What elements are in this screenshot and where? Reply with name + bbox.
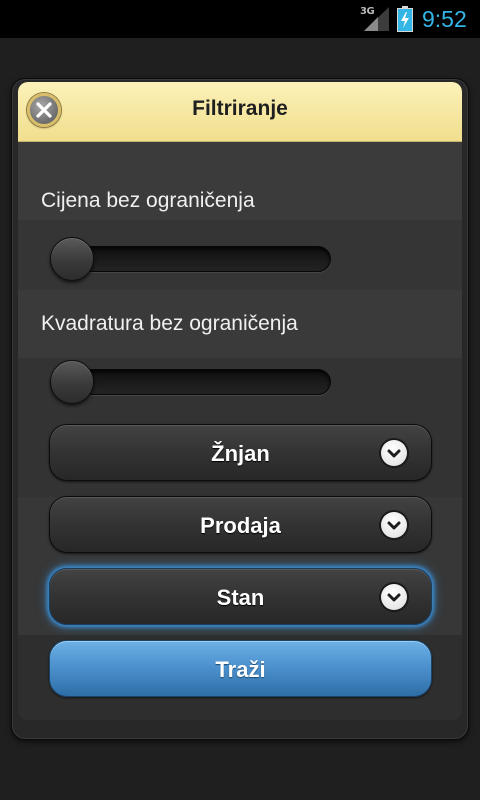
- chevron-down-icon: [387, 593, 401, 602]
- transaction-type-dropdown-value: Prodaja: [200, 513, 281, 538]
- signal-icon: [364, 7, 389, 31]
- chevron-down-icon: [387, 449, 401, 458]
- area-filter-label: Kvadratura bez ograničenja: [41, 312, 298, 335]
- dialog-title: Filtriranje: [192, 97, 288, 120]
- price-slider-thumb[interactable]: [50, 237, 94, 281]
- area-slider-thumb[interactable]: [50, 360, 94, 404]
- battery-charging-icon: [397, 6, 413, 32]
- price-slider[interactable]: [50, 237, 331, 281]
- property-type-dropdown-value: Stan: [216, 585, 265, 610]
- location-dropdown-toggle[interactable]: [381, 440, 407, 466]
- location-dropdown[interactable]: Žnjan: [49, 424, 432, 481]
- location-dropdown-value: Žnjan: [211, 441, 270, 466]
- chevron-down-icon: [387, 521, 401, 530]
- transaction-type-dropdown[interactable]: Prodaja: [49, 496, 432, 553]
- status-bar: 3G 9:52: [0, 0, 480, 38]
- transaction-type-dropdown-toggle[interactable]: [381, 512, 407, 538]
- search-button[interactable]: Traži: [49, 640, 432, 697]
- area-slider[interactable]: [50, 360, 331, 404]
- price-filter-label: Cijena bez ograničenja: [41, 189, 255, 212]
- property-type-dropdown-toggle[interactable]: [381, 584, 407, 610]
- property-type-dropdown[interactable]: Stan: [49, 568, 432, 625]
- clock: 9:52: [422, 6, 467, 32]
- search-button-label: Traži: [215, 657, 266, 682]
